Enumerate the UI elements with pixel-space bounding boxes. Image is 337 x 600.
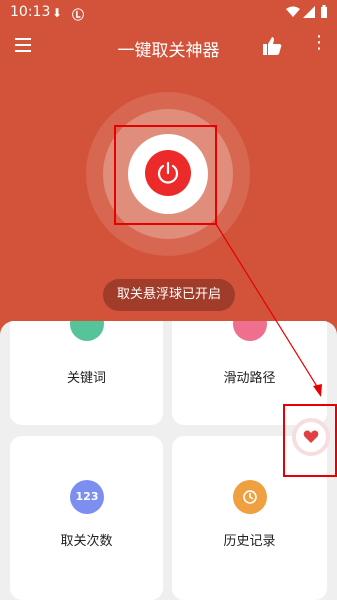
annotation-arrow	[215, 223, 322, 397]
